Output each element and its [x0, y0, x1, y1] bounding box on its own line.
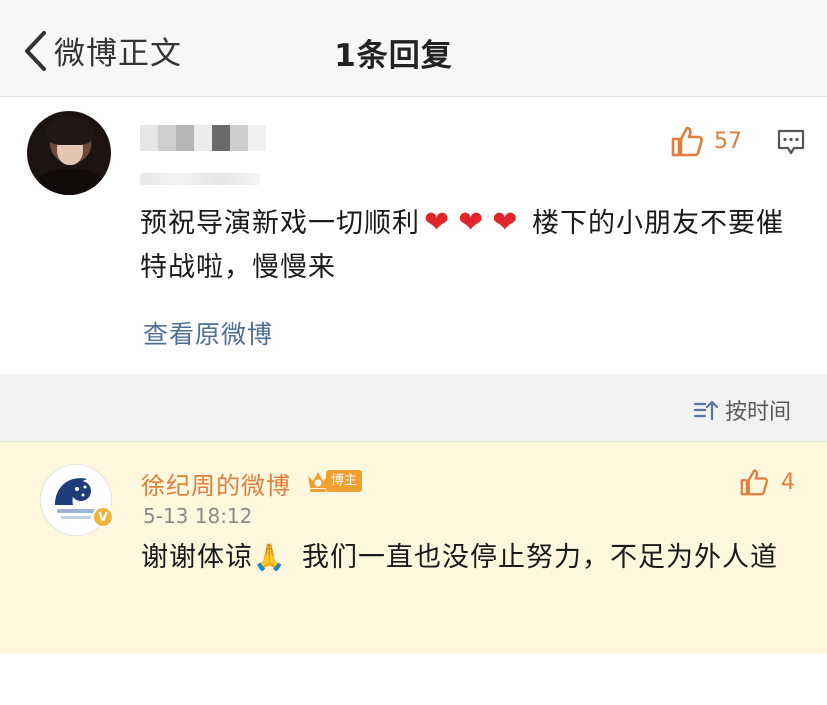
- comment-text-part1: 预祝导演新戏一切顺利: [140, 208, 420, 239]
- reply-text: 谢谢体谅🙏 我们一直也没停止努力，不足为外人道: [141, 536, 791, 580]
- blurred-timestamp: [140, 173, 260, 185]
- top-nav-bar: 微博正文 1条回复: [0, 0, 827, 97]
- reply-timestamp: 5-13 18:12: [143, 504, 253, 528]
- reply-username[interactable]: 徐纪周的微博: [141, 466, 291, 501]
- page-title: 1条回复: [334, 38, 453, 74]
- author-badge-label: 博主: [326, 470, 363, 492]
- heart-emoji-3: ❤: [492, 205, 519, 240]
- heart-emoji-1: ❤: [424, 205, 451, 240]
- like-count: 4: [781, 469, 795, 495]
- thumbs-up-icon: [740, 469, 768, 496]
- author-badge: 博主: [306, 468, 363, 494]
- avatar[interactable]: [27, 111, 111, 195]
- reply-text-part1: 谢谢体谅: [141, 542, 253, 573]
- comment-text: 预祝导演新戏一切顺利 ❤ ❤ ❤ 楼下的小朋友不要催特战啦，慢慢来: [140, 201, 790, 290]
- sort-by-time-button[interactable]: 按时间: [693, 394, 791, 426]
- view-original-link[interactable]: 查看原微博: [143, 315, 273, 351]
- original-comment: 57 预祝导演新戏一切顺利 ❤ ❤ ❤ 楼下的小朋友不要催特战啦，慢慢来 查看原微博: [0, 97, 827, 374]
- blurred-username: [140, 125, 266, 151]
- comment-more-icon[interactable]: [776, 128, 806, 156]
- reply-text-part2: 我们一直也没停止努力，不足为外人道: [301, 542, 778, 573]
- bottom-area: [0, 654, 827, 705]
- heart-emoji-2: ❤: [458, 205, 485, 240]
- like-count: 57: [714, 128, 742, 154]
- sort-label: 按时间: [725, 400, 792, 425]
- prayer-emoji: 🙏: [253, 543, 287, 573]
- thumbs-up-icon: [671, 126, 703, 157]
- sort-time-icon: [693, 400, 719, 421]
- sort-bar: 按时间: [0, 374, 827, 440]
- like-button[interactable]: 57: [670, 125, 742, 157]
- reply-item: V 徐纪周的微博 博主 4 5-13 18:12 谢谢体谅🙏 我们一直也没停止努…: [0, 441, 827, 654]
- like-button[interactable]: 4: [739, 468, 795, 496]
- verified-v-icon: V: [92, 506, 114, 528]
